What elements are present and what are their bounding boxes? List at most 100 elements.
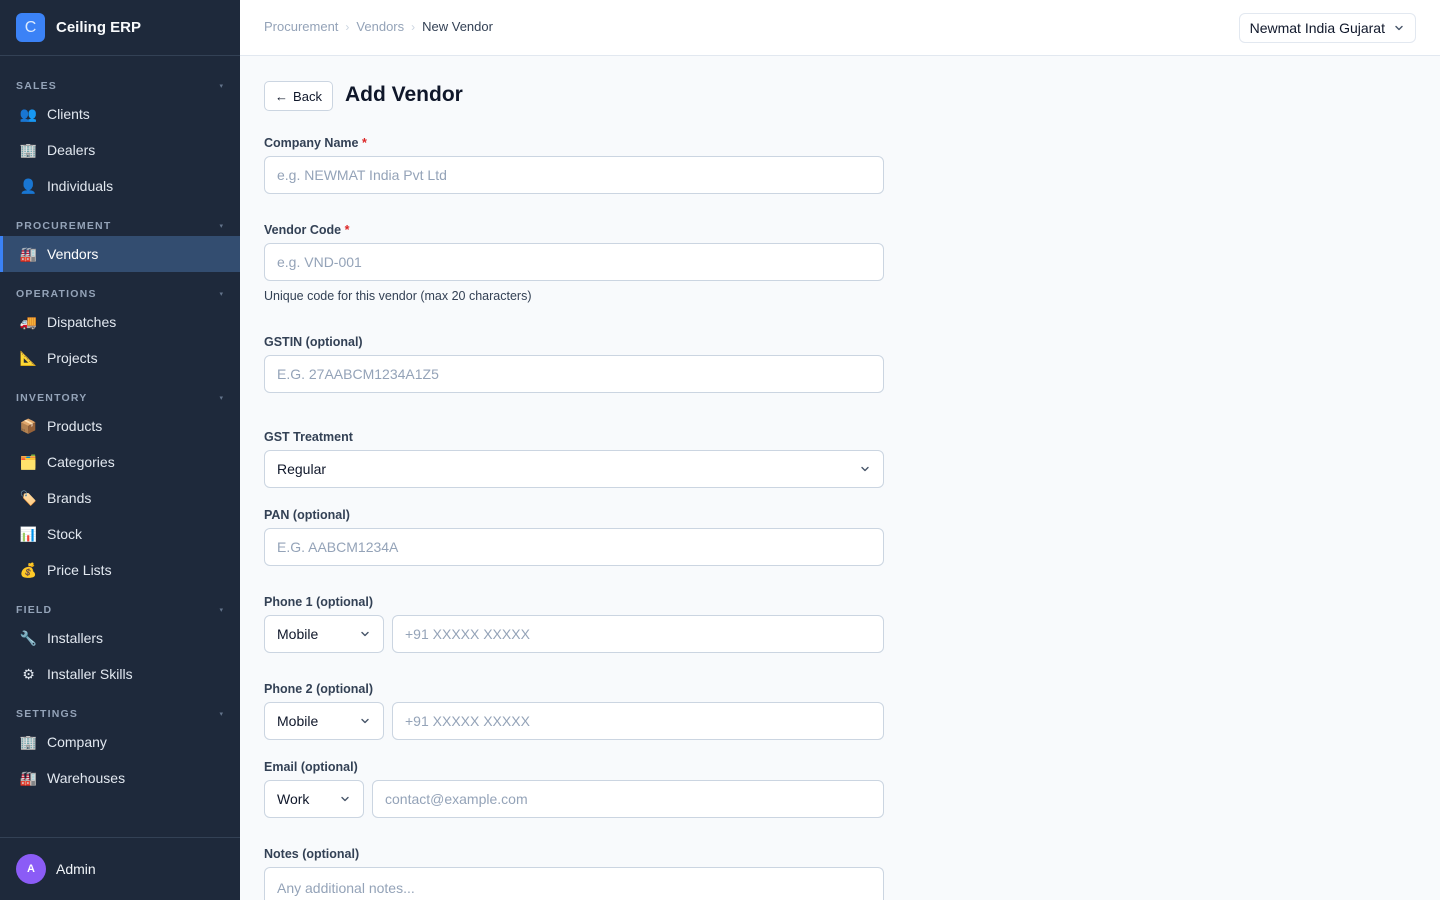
input-placeholder: Any additional notes...	[277, 880, 415, 896]
vendor-form: ← Back Add Vendor Company Name * e.g. NE…	[264, 56, 884, 900]
sidebar-item-label: Installers	[47, 630, 104, 646]
sidebar-item-installers[interactable]: 🔧 Installers	[0, 620, 240, 656]
phone1-type-select[interactable]: Mobile	[264, 615, 384, 653]
sidebar-item-installer-skills[interactable]: ⚙ Installer Skills	[0, 656, 240, 692]
notes-textarea[interactable]: Any additional notes...	[264, 867, 884, 900]
chevron-down-icon	[361, 718, 369, 724]
label-text: Company Name	[264, 136, 359, 150]
company-name-input[interactable]: e.g. NEWMAT India Pvt Ltd	[264, 156, 884, 194]
user-name: Admin	[56, 861, 96, 877]
sidebar-item-categories[interactable]: 🗂️ Categories	[0, 444, 240, 480]
sidebar-item-warehouses[interactable]: 🏭 Warehouses	[0, 760, 240, 796]
sidebar: C Ceiling ERP SALES ▾ 👥 Clients 🏢 Dealer…	[0, 0, 240, 900]
sidebar-item-company[interactable]: 🏢 Company	[0, 724, 240, 760]
vendor-code-input[interactable]: e.g. VND-001	[264, 243, 884, 281]
input-placeholder: e.g. NEWMAT India Pvt Ltd	[277, 167, 447, 183]
chevron-down-icon[interactable]: ▾	[219, 606, 223, 614]
pan-input[interactable]: E.G. AABCM1234A	[264, 528, 884, 566]
gear-icon: ⚙	[22, 665, 35, 682]
sidebar-item-label: Price Lists	[47, 562, 112, 578]
gst-treatment-select[interactable]: Regular	[264, 450, 884, 488]
sidebar-item-projects[interactable]: 📐 Projects	[0, 340, 240, 376]
truck-icon: 🚚	[19, 313, 38, 330]
phone2-type-select[interactable]: Mobile	[264, 702, 384, 740]
sidebar-item-clients[interactable]: 👥 Clients	[0, 96, 240, 132]
section-procurement[interactable]: PROCUREMENT ▾	[0, 216, 240, 236]
breadcrumb-vendors[interactable]: Vendors	[356, 19, 404, 34]
back-button[interactable]: ← Back	[264, 81, 333, 111]
input-placeholder: e.g. VND-001	[277, 254, 362, 270]
vendor-code-label: Vendor Code *	[264, 223, 349, 237]
sidebar-item-price-lists[interactable]: 💰 Price Lists	[0, 552, 240, 588]
chevron-down-icon[interactable]: ▾	[219, 82, 223, 90]
input-placeholder: E.G. AABCM1234A	[277, 539, 399, 555]
section-operations[interactable]: OPERATIONS ▾	[0, 284, 240, 304]
sidebar-item-dealers[interactable]: 🏢 Dealers	[0, 132, 240, 168]
sidebar-item-products[interactable]: 📦 Products	[0, 408, 240, 444]
page-title: Add Vendor	[345, 83, 463, 106]
chevron-down-icon[interactable]: ▾	[219, 710, 223, 718]
gst-treatment-label: GST Treatment	[264, 430, 353, 444]
selected-value: Regular	[277, 461, 327, 477]
app-name: Ceiling ERP	[56, 19, 142, 36]
section-sales[interactable]: SALES ▾	[0, 76, 240, 96]
breadcrumb-separator-icon: ›	[345, 19, 350, 34]
sidebar-item-label: Dealers	[47, 142, 96, 158]
section-settings[interactable]: SETTINGS ▾	[0, 704, 240, 724]
users-icon: 👥	[19, 105, 38, 122]
sidebar-item-individuals[interactable]: 👤 Individuals	[0, 168, 240, 204]
sidebar-item-dispatches[interactable]: 🚚 Dispatches	[0, 304, 240, 340]
input-placeholder: contact@example.com	[385, 791, 528, 807]
section-title: PROCUREMENT	[16, 220, 112, 232]
sidebar-item-vendors[interactable]: 🏭 Vendors	[0, 236, 240, 272]
breadcrumb-procurement[interactable]: Procurement	[264, 19, 338, 34]
email-input[interactable]: contact@example.com	[372, 780, 884, 818]
sidebar-item-label: Stock	[47, 526, 83, 542]
chevron-down-icon[interactable]: ▾	[219, 394, 223, 402]
sidebar-item-label: Categories	[47, 454, 115, 470]
section-title: INVENTORY	[16, 392, 88, 404]
back-label: Back	[293, 88, 322, 104]
required-mark: *	[344, 223, 350, 237]
breadcrumb-current: New Vendor	[422, 19, 493, 34]
company-name-label: Company Name *	[264, 136, 367, 150]
section-inventory[interactable]: INVENTORY ▾	[0, 388, 240, 408]
sidebar-item-label: Dispatches	[47, 314, 117, 330]
sidebar-item-label: Vendors	[47, 246, 99, 262]
company-selector[interactable]: Newmat India Gujarat	[1238, 13, 1416, 43]
arrow-left-icon: ←	[275, 88, 289, 104]
wrench-icon: 🔧	[19, 629, 38, 646]
chevron-down-icon	[341, 796, 349, 802]
pan-label: PAN (optional)	[264, 508, 350, 522]
chevron-down-icon[interactable]: ▾	[219, 290, 223, 298]
ruler-icon: 📐	[19, 349, 38, 366]
sidebar-item-brands[interactable]: 🏷️ Brands	[0, 480, 240, 516]
money-bag-icon: 💰	[19, 561, 38, 578]
section-title: SETTINGS	[16, 708, 79, 720]
input-placeholder: +91 XXXXX XXXXX	[405, 713, 530, 729]
phone1-input[interactable]: +91 XXXXX XXXXX	[392, 615, 884, 653]
package-icon: 📦	[19, 417, 38, 434]
user-menu[interactable]: A Admin	[0, 837, 240, 900]
section-title: SALES	[16, 80, 58, 92]
section-field[interactable]: FIELD ▾	[0, 600, 240, 620]
folder-icon: 🗂️	[19, 453, 38, 470]
email-label: Email (optional)	[264, 760, 358, 774]
sidebar-item-stock[interactable]: 📊 Stock	[0, 516, 240, 552]
brand: C Ceiling ERP	[0, 0, 240, 56]
phone2-label: Phone 2 (optional)	[264, 682, 374, 696]
required-mark: *	[361, 136, 367, 150]
chevron-down-icon	[1395, 25, 1403, 31]
sidebar-item-label: Warehouses	[47, 770, 126, 786]
sidebar-item-label: Brands	[47, 490, 92, 506]
sidebar-item-label: Company	[47, 734, 107, 750]
phone2-input[interactable]: +91 XXXXX XXXXX	[392, 702, 884, 740]
gstin-input[interactable]: E.G. 27AABCM1234A1Z5	[264, 355, 884, 393]
email-type-select[interactable]: Work	[264, 780, 364, 818]
chevron-down-icon[interactable]: ▾	[219, 222, 223, 230]
app-logo: C	[16, 13, 45, 42]
label-text: Vendor Code	[264, 223, 342, 237]
breadcrumb-separator-icon: ›	[411, 19, 416, 34]
section-title: OPERATIONS	[16, 288, 97, 300]
chevron-down-icon	[361, 631, 369, 637]
